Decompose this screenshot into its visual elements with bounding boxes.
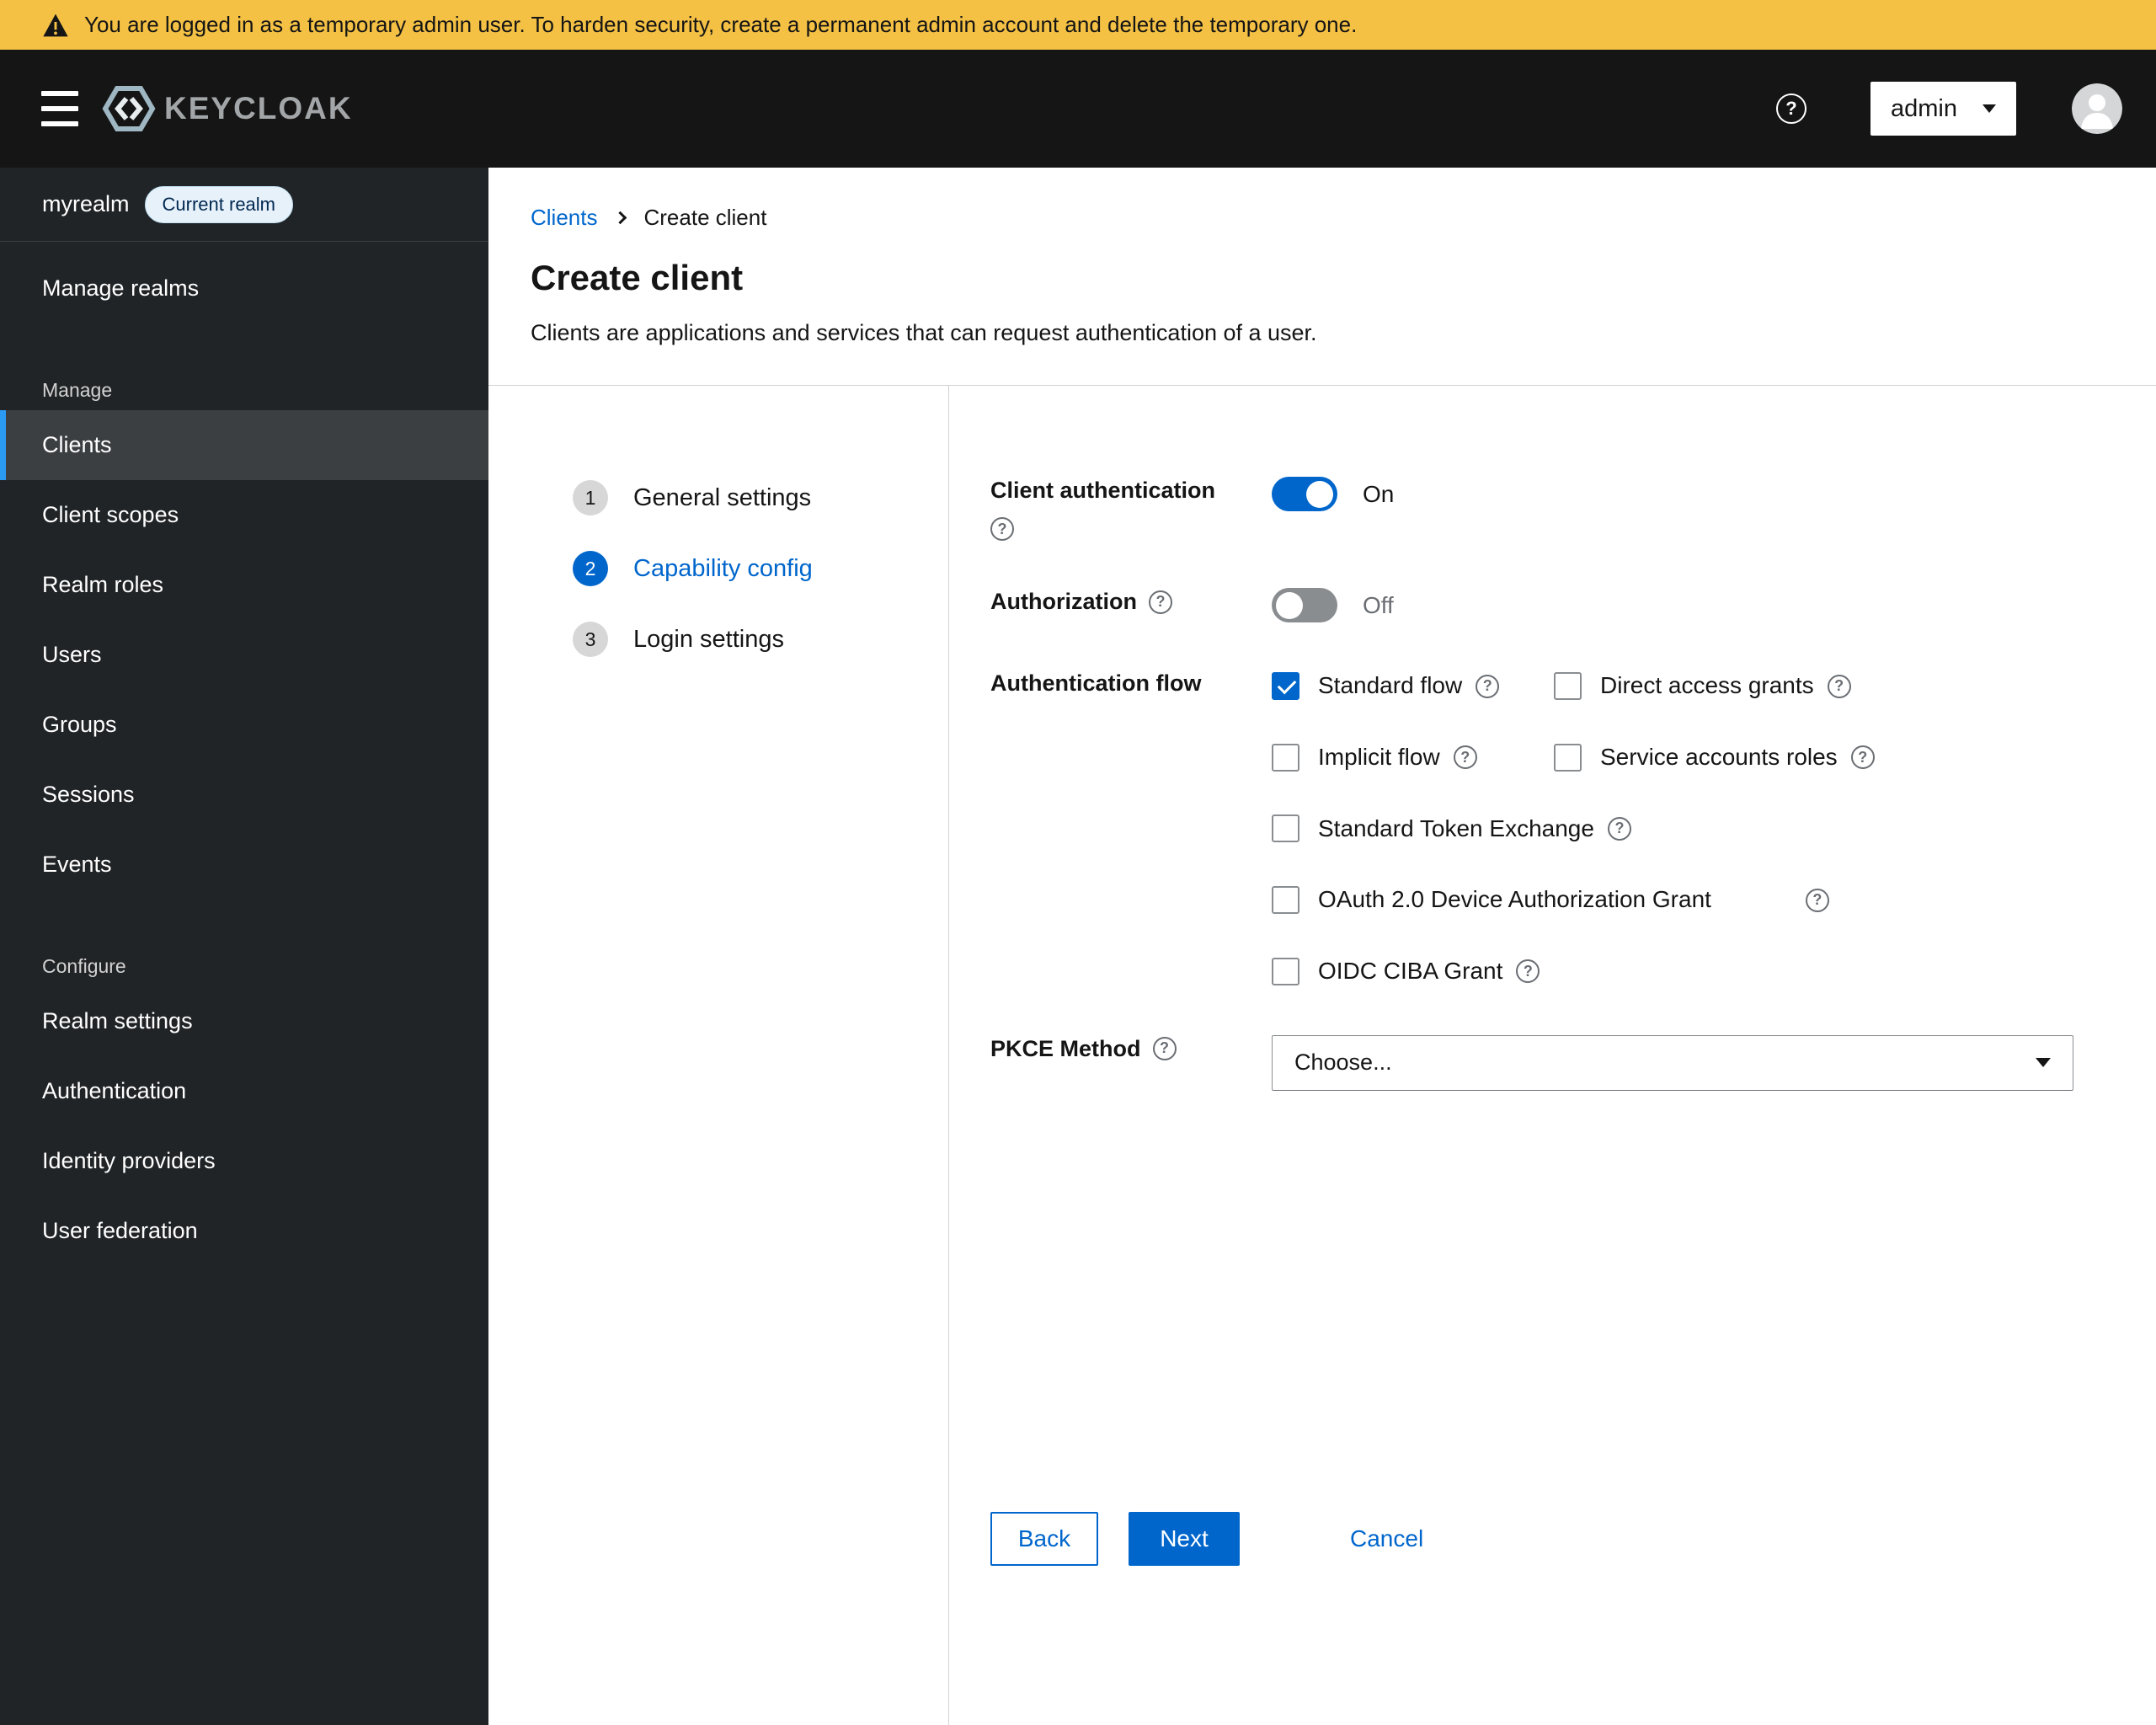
sidebar: myrealm Current realm Manage realms Mana…	[0, 168, 488, 1725]
sidebar-section-configure: Configure	[42, 955, 126, 977]
sidebar-item-manage-realms[interactable]: Manage realms	[0, 254, 488, 323]
hamburger-menu-button[interactable]	[41, 91, 80, 126]
authorization-label: Authorization	[990, 589, 1137, 615]
client-authentication-row: Client authentication On	[990, 477, 2105, 542]
warning-icon	[43, 13, 68, 36]
masthead: KEYCLOAK admin	[0, 50, 2156, 168]
cancel-button[interactable]: Cancel	[1350, 1525, 1423, 1552]
help-icon[interactable]	[1476, 674, 1500, 698]
realm-name: myrealm	[42, 191, 130, 216]
wizard-step-login-settings[interactable]: 3 Login settings	[573, 622, 948, 657]
help-icon[interactable]	[1607, 816, 1631, 841]
help-icon[interactable]	[1805, 888, 1829, 912]
checkbox-standard-flow[interactable]	[1272, 672, 1299, 701]
sidebar-item-identity-providers[interactable]: Identity providers	[0, 1126, 488, 1196]
help-icon[interactable]	[1827, 674, 1851, 698]
sidebar-item-client-scopes[interactable]: Client scopes	[0, 480, 488, 550]
sidebar-item-users[interactable]: Users	[0, 620, 488, 690]
brand-text: KEYCLOAK	[164, 91, 353, 126]
next-button[interactable]: Next	[1129, 1511, 1240, 1566]
option-oidc-ciba-grant[interactable]: OIDC CIBA Grant	[1272, 955, 2105, 988]
page-subtitle: Clients are applications and services th…	[531, 320, 1317, 345]
authentication-flow-row: Authentication flow Standard flow Direct…	[990, 670, 2105, 987]
wizard-steps-nav: 1 General settings 2 Capability config 3…	[488, 386, 949, 1725]
main-content: Clients Create client Create client Clie…	[488, 168, 2156, 1725]
sidebar-item-authentication[interactable]: Authentication	[0, 1056, 488, 1126]
authorization-toggle[interactable]	[1272, 588, 1337, 623]
back-button[interactable]: Back	[990, 1511, 1098, 1566]
checkbox-service-accounts-roles[interactable]	[1554, 743, 1582, 772]
pkce-method-value: Choose...	[1294, 1049, 1392, 1076]
wizard-actions: Back Next Cancel	[990, 1511, 2105, 1566]
step-label: General settings	[633, 483, 812, 511]
keycloak-logo[interactable]: KEYCLOAK	[102, 85, 353, 132]
step-number: 2	[573, 551, 608, 586]
user-menu-label: admin	[1891, 94, 1957, 122]
step-number: 1	[573, 480, 608, 515]
realm-selector[interactable]: myrealm Current realm	[0, 168, 488, 242]
chevron-down-icon	[1983, 104, 1996, 113]
user-menu-dropdown[interactable]: admin	[1870, 82, 2016, 136]
sidebar-item-user-federation[interactable]: User federation	[0, 1196, 488, 1266]
help-icon[interactable]	[1148, 590, 1172, 614]
chevron-right-icon	[614, 211, 627, 225]
sidebar-item-sessions[interactable]: Sessions	[0, 760, 488, 830]
help-icon[interactable]	[1850, 745, 1875, 770]
sidebar-item-events[interactable]: Events	[0, 830, 488, 900]
avatar[interactable]	[2072, 83, 2122, 134]
step-number: 3	[573, 622, 608, 657]
help-icon[interactable]	[1776, 93, 1806, 124]
option-direct-access-grants[interactable]: Direct access grants	[1554, 670, 2105, 702]
authorization-row: Authorization Off	[990, 588, 2105, 623]
option-oauth-device-authorization-grant[interactable]: OAuth 2.0 Device Authorization Grant	[1272, 884, 2105, 916]
current-realm-badge: Current realm	[144, 185, 293, 223]
pkce-method-select[interactable]: Choose...	[1272, 1034, 2073, 1091]
help-icon[interactable]	[1516, 959, 1540, 984]
option-standard-flow[interactable]: Standard flow	[1272, 670, 1554, 702]
warning-text: You are logged in as a temporary admin u…	[84, 12, 1358, 37]
sidebar-item-realm-roles[interactable]: Realm roles	[0, 550, 488, 620]
sidebar-item-realm-settings[interactable]: Realm settings	[0, 986, 488, 1056]
help-icon[interactable]	[990, 517, 1014, 542]
warning-banner: You are logged in as a temporary admin u…	[0, 0, 2156, 50]
pkce-method-label: PKCE Method	[990, 1035, 1141, 1061]
authentication-flow-label: Authentication flow	[990, 670, 1202, 697]
step-label: Capability config	[633, 554, 813, 582]
keycloak-logo-icon	[102, 86, 156, 131]
pkce-method-row: PKCE Method Choose...	[990, 1034, 2105, 1091]
client-authentication-toggle[interactable]	[1272, 477, 1337, 511]
wizard-step-general-settings[interactable]: 1 General settings	[573, 480, 948, 515]
wizard-step-capability-config[interactable]: 2 Capability config	[573, 551, 948, 586]
checkbox-oauth-device-authorization-grant[interactable]	[1272, 886, 1299, 915]
create-client-wizard: 1 General settings 2 Capability config 3…	[488, 386, 2156, 1725]
option-implicit-flow[interactable]: Implicit flow	[1272, 741, 1554, 774]
checkbox-direct-access-grants[interactable]	[1554, 672, 1582, 701]
step-label: Login settings	[633, 625, 784, 653]
option-standard-token-exchange[interactable]: Standard Token Exchange	[1272, 813, 2105, 846]
client-authentication-state: On	[1363, 480, 1395, 507]
checkbox-oidc-ciba-grant[interactable]	[1272, 957, 1299, 985]
avatar-icon	[2072, 83, 2122, 134]
sidebar-section-manage: Manage	[42, 379, 113, 401]
client-authentication-label: Client authentication	[990, 478, 1216, 503]
caret-down-icon	[2036, 1058, 2051, 1068]
option-service-accounts-roles[interactable]: Service accounts roles	[1554, 741, 2105, 774]
breadcrumb: Clients Create client	[531, 205, 2105, 231]
capability-config-form: Client authentication On Authorization	[949, 386, 2156, 1725]
help-icon[interactable]	[1152, 1036, 1177, 1060]
breadcrumb-current: Create client	[643, 205, 767, 230]
authorization-state: Off	[1363, 591, 1394, 618]
checkbox-implicit-flow[interactable]	[1272, 743, 1299, 772]
checkbox-standard-token-exchange[interactable]	[1272, 814, 1299, 843]
page-title: Create client	[531, 258, 744, 297]
sidebar-item-clients[interactable]: Clients	[0, 410, 488, 480]
sidebar-item-groups[interactable]: Groups	[0, 690, 488, 760]
help-icon[interactable]	[1453, 745, 1477, 770]
breadcrumb-link-clients[interactable]: Clients	[531, 205, 597, 231]
